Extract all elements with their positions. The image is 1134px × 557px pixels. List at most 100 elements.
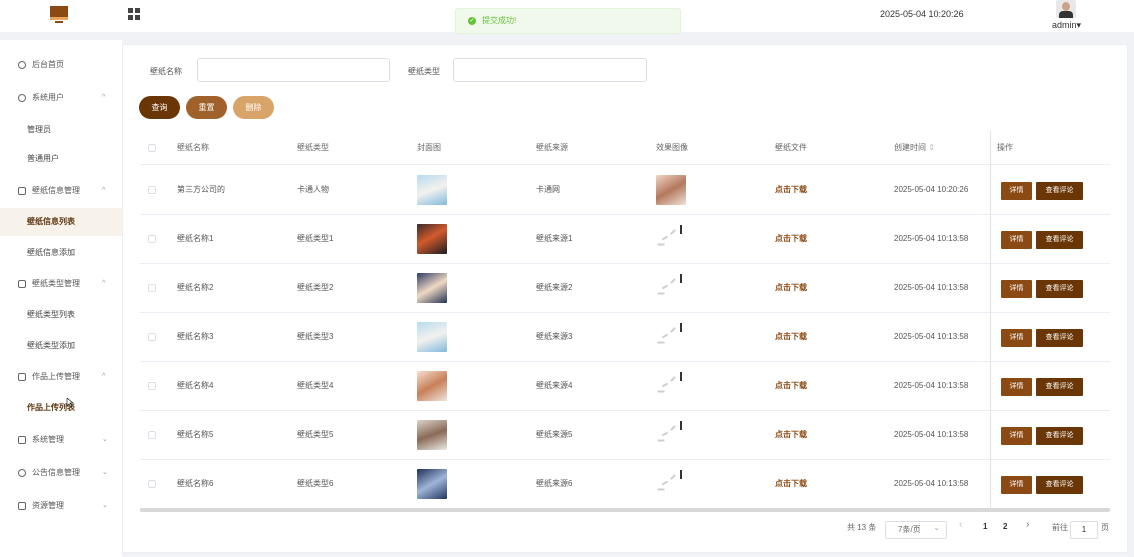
cell-created: 2025-05-04 10:13:58 [894,283,969,292]
menu-label: 壁纸类型管理 [32,279,80,288]
page-size-select[interactable]: 7条/页 [885,520,947,539]
detail-button[interactable]: 详情 [1001,182,1032,200]
menu-admins[interactable]: 管理员 [0,116,122,144]
download-link[interactable]: 点击下载 [775,362,807,410]
download-link[interactable]: 点击下载 [775,313,807,361]
view-comments-button[interactable]: 查看评论 [1036,280,1083,298]
menu-system-settings[interactable]: 系统管理 ⌄ [0,427,122,453]
select-all-checkbox[interactable] [148,144,156,152]
detail-button[interactable]: 详情 [1001,427,1032,445]
row-checkbox[interactable] [148,186,156,194]
prev-page-icon[interactable]: ‹ [959,519,962,530]
download-link[interactable]: 点击下载 [775,215,807,263]
table-row[interactable]: 壁纸名称5 壁纸类型5 壁纸来源5 点击下载 2025-05-04 10:13:… [140,411,1110,460]
row-checkbox[interactable] [148,235,156,243]
created-header-label: 创建时间 [894,143,926,152]
delete-button[interactable]: 删除 [233,96,274,119]
chevron-up-icon: ^ [102,280,106,287]
total-count: 共 13 条 [847,523,877,532]
menu-type-add[interactable]: 壁纸类型添加 [0,332,122,360]
cover-image[interactable] [417,469,447,499]
chevron-down-icon: ⌄ [102,502,108,509]
table-row[interactable]: 壁纸名称3 壁纸类型3 壁纸来源3 点击下载 2025-05-04 10:13:… [140,313,1110,362]
cell-name: 壁纸名称2 [177,283,214,292]
type-search-input[interactable] [453,58,647,82]
menu-announcements[interactable]: 公告信息管理 ⌄ [0,460,122,486]
top-header: ✓ 提交成功! 2025-05-04 10:20:26 admin▾ [0,0,1134,34]
chevron-up-icon: ^ [102,94,106,101]
detail-button[interactable]: 详情 [1001,231,1032,249]
page-1[interactable]: 1 [983,522,987,531]
table-header: 壁纸名称 壁纸类型 封面图 壁纸来源 效果图像 壁纸文件 创建时间 ⇕ 操作 [140,131,1110,165]
cover-image[interactable] [417,420,447,450]
user-icon [18,94,26,102]
view-comments-button[interactable]: 查看评论 [1036,182,1083,200]
cell-type: 壁纸类型2 [297,283,334,292]
cell-created: 2025-05-04 10:13:58 [894,234,969,243]
menu-type-list[interactable]: 壁纸类型列表 [0,301,122,329]
next-page-icon[interactable]: › [1026,519,1029,530]
page-2[interactable]: 2 [1003,522,1007,531]
view-comments-button[interactable]: 查看评论 [1036,329,1083,347]
menu-label: 壁纸信息管理 [32,186,80,195]
cell-type: 卡通人物 [297,185,329,194]
menu-upload-list[interactable]: 作品上传列表 [0,394,122,422]
apps-grid-icon[interactable] [128,8,140,20]
view-comments-button[interactable]: 查看评论 [1036,476,1083,494]
download-link[interactable]: 点击下载 [775,166,807,214]
menu-wallpaper-type[interactable]: 壁纸类型管理 ^ [0,271,122,297]
sidebar: 后台首页 系统用户 ^ 管理员 普通用户 壁纸信息管理 ^ 壁纸信息列表 壁纸信… [0,40,122,557]
menu-system-users[interactable]: 系统用户 ^ [0,85,122,111]
avatar[interactable] [1056,0,1076,18]
cover-image[interactable] [417,224,447,254]
cell-created: 2025-05-04 10:20:26 [894,185,969,194]
cell-created: 2025-05-04 10:13:58 [894,332,969,341]
menu-resources[interactable]: 资源管理 ⌄ [0,493,122,519]
cover-image[interactable] [417,371,447,401]
view-comments-button[interactable]: 查看评论 [1036,231,1083,249]
cell-source: 壁纸来源2 [536,283,573,292]
download-link[interactable]: 点击下载 [775,411,807,459]
detail-button[interactable]: 详情 [1001,329,1032,347]
table-row[interactable]: 壁纸名称1 壁纸类型1 壁纸来源1 点击下载 2025-05-04 10:13:… [140,215,1110,264]
table-row[interactable]: 壁纸名称6 壁纸类型6 壁纸来源6 点击下载 2025-05-04 10:13:… [140,460,1110,509]
image-icon [18,373,26,381]
menu-dashboard[interactable]: 后台首页 [0,52,122,78]
table-row[interactable]: 第三方公司的 卡通人物 卡通网 点击下载 2025-05-04 10:20:26… [140,166,1110,215]
user-menu[interactable]: admin▾ [1052,20,1081,31]
menu-upload[interactable]: 作品上传管理 ^ [0,364,122,390]
menu-wallpaper-info[interactable]: 壁纸信息管理 ^ [0,178,122,204]
reset-button[interactable]: 重置 [186,96,227,119]
goto-page-input[interactable]: 1 [1070,521,1098,539]
menu-regular-users[interactable]: 普通用户 [0,145,122,173]
detail-button[interactable]: 详情 [1001,280,1032,298]
cell-type: 壁纸类型1 [297,234,334,243]
row-checkbox[interactable] [148,431,156,439]
chevron-down-icon: ⌄ [102,469,108,476]
download-link[interactable]: 点击下载 [775,264,807,312]
sort-icon[interactable]: ⇕ [928,143,935,152]
table-row[interactable]: 壁纸名称4 壁纸类型4 壁纸来源4 点击下载 2025-05-04 10:13:… [140,362,1110,411]
cover-image[interactable] [417,322,447,352]
detail-button[interactable]: 详情 [1001,476,1032,494]
menu-wallpaper-list[interactable]: 壁纸信息列表 [0,208,122,236]
view-comments-button[interactable]: 查看评论 [1036,378,1083,396]
query-button[interactable]: 查询 [139,96,180,119]
effect-image[interactable] [656,175,686,205]
row-checkbox[interactable] [148,284,156,292]
menu-label: 系统用户 [32,93,64,102]
horizontal-scrollbar[interactable] [140,508,1110,512]
name-search-input[interactable] [197,58,390,82]
detail-button[interactable]: 详情 [1001,378,1032,396]
row-checkbox[interactable] [148,382,156,390]
cell-source: 壁纸来源3 [536,332,573,341]
cover-image[interactable] [417,273,447,303]
row-checkbox[interactable] [148,480,156,488]
cover-image[interactable] [417,175,447,205]
col-created[interactable]: 创建时间 ⇕ [894,131,935,165]
table-row[interactable]: 壁纸名称2 壁纸类型2 壁纸来源2 点击下载 2025-05-04 10:13:… [140,264,1110,313]
download-link[interactable]: 点击下载 [775,460,807,508]
menu-wallpaper-add[interactable]: 壁纸信息添加 [0,239,122,267]
view-comments-button[interactable]: 查看评论 [1036,427,1083,445]
row-checkbox[interactable] [148,333,156,341]
